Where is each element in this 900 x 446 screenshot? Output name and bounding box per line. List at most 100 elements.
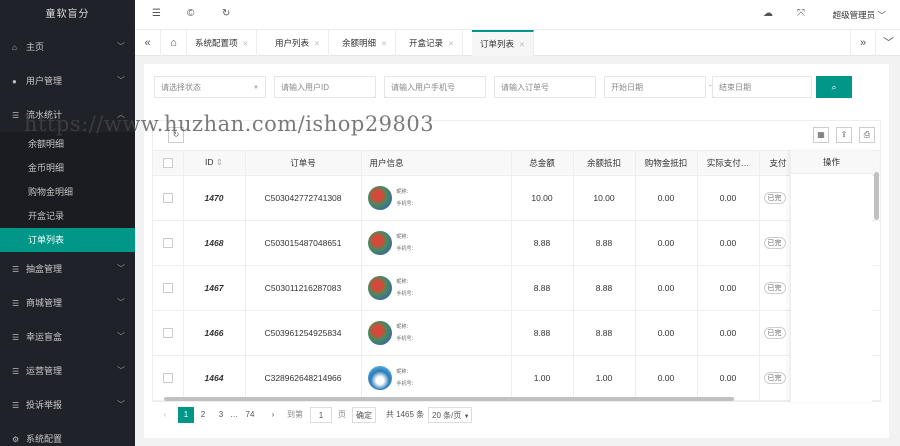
status-select[interactable]: 请选择状态 [154,76,266,99]
close-icon[interactable]: ✕ [448,41,454,48]
user-menu[interactable]: 超级管理员 ﹀ [833,9,886,21]
total-amount: 8.88 [511,310,574,356]
columns-filter-icon[interactable]: ▦ [813,127,829,143]
actions-column: 操作 [790,150,872,402]
search-button[interactable]: ⌕ [816,76,852,98]
sidebar-item-users[interactable]: ● 用户管理 ﹀ [0,64,135,98]
row-checkbox[interactable] [162,327,173,338]
home-tab-icon[interactable]: ⌂ [161,30,187,56]
order-id: 1468 [183,220,246,266]
list-icon: ☰ [12,299,20,308]
horizontal-scrollbar[interactable] [164,397,734,401]
avatar [367,275,392,300]
balance-deduct: 10.00 [573,175,636,221]
tab-label: 订单列表 [480,39,515,49]
close-icon[interactable]: ✕ [314,41,320,48]
next-page-button[interactable]: › [266,407,280,423]
select-all-checkbox[interactable] [162,158,173,169]
tab-label: 用户列表 [275,38,310,48]
table-row: 1464 C328962648214966 昵称： 手机号： 1.00 1.00 … [153,355,880,401]
export-icon[interactable]: ⇪ [836,127,852,143]
user-info: 昵称： 手机号： [361,220,512,266]
tab-order-list[interactable]: 订单列表 ✕ [472,30,534,56]
total-amount: 8.88 [511,220,574,266]
row-checkbox[interactable] [162,372,173,383]
sidebar-item-complaints[interactable]: ☰ 投诉举报 ﹀ [0,388,135,422]
menu-toggle-icon[interactable]: ☰ [152,8,161,19]
chevron-down-icon: ﹀ [117,42,125,51]
sidebar-item-label: 商城管理 [26,298,63,308]
tabs-prev-icon[interactable]: « [135,30,161,56]
page-last-button[interactable]: 74 [242,407,258,423]
total-count: 共 1465 条 [385,410,425,419]
sidebar-item-mall[interactable]: ☰ 商城管理 ﹀ [0,286,135,320]
avatar [367,185,392,210]
tab-balance-detail[interactable]: 余额明细 ✕ [334,30,396,56]
theme-icon[interactable]: ☁ [763,8,773,19]
user-info: 昵称： 手机号： [361,265,512,311]
page-3-button[interactable]: 3 [214,407,228,423]
sidebar-subitem-orders[interactable]: 订单列表 [0,228,135,252]
tab-system-config[interactable]: 系统配置项 ✕ [187,30,258,56]
page-2-button[interactable]: 2 [196,407,210,423]
phone-input[interactable]: 请输入用户手机号 [384,76,486,98]
row-checkbox[interactable] [162,192,173,203]
sidebar-item-lucky-box[interactable]: ☰ 幸运盲盒 ﹀ [0,320,135,354]
tabs-next-icon[interactable]: » [850,30,876,56]
order-no-input[interactable]: 请输入订单号 [494,76,596,98]
sidebar-item-draw[interactable]: ☰ 抽盒管理 ﹀ [0,252,135,286]
chevron-down-icon: ▼ [463,414,470,420]
sidebar-item-operations[interactable]: ☰ 运营管理 ﹀ [0,354,135,388]
vertical-scrollbar[interactable] [874,172,879,220]
sidebar-subitem-shop-money[interactable]: 购物金明细 [0,180,135,204]
avatar [367,365,392,390]
user-id-input[interactable]: 请输入用户ID [274,76,376,98]
sidebar-item-flow-stats[interactable]: ☰ 流水统计 ︿ [0,98,135,132]
balance-deduct: 8.88 [573,310,636,356]
sidebar-item-home[interactable]: ⌂ 主页 ﹀ [0,30,135,64]
close-icon[interactable]: ✕ [519,42,525,49]
table-header: ID ⇕ 订单号 用户信息 总金额 余额抵扣 购物金抵扣 实际支付… 支付 [153,151,880,176]
website-icon[interactable]: © [187,8,194,19]
actual-paid: 0.00 [697,355,760,401]
goto-confirm-button[interactable]: 确定 [352,407,376,423]
status-badge: 已完 [763,281,786,294]
sidebar-item-system[interactable]: ⚙ 系统配置 [0,422,135,446]
page-size-select[interactable]: 20 条/页 ▼ [428,407,472,423]
print-icon[interactable]: ⎙ [859,127,875,143]
page-ellipsis: … [230,410,238,419]
col-actual-paid: 实际支付… [697,151,760,176]
refresh-table-icon[interactable]: ↻ [168,127,184,143]
avatar [367,230,392,255]
table-toolbar: ↻ ▦ ⇪ ⎙ [152,120,881,150]
tab-user-list[interactable]: 用户列表 ✕ [267,30,329,56]
chevron-up-icon: ︿ [117,110,125,119]
main-content: 请选择状态 请输入用户ID 请输入用户手机号 请输入订单号 开始日期 - 结束日… [144,64,889,438]
list-icon: ☰ [12,111,20,120]
end-date-input[interactable]: 结束日期 [712,76,812,98]
fullscreen-icon[interactable]: ⤧ [797,8,805,19]
tabs-menu-icon[interactable]: ﹀ [876,30,900,56]
tab-box-records[interactable]: 开盒记录 ✕ [401,30,463,56]
sidebar-subitem-balance[interactable]: 余额明细 [0,132,135,156]
prev-page-button[interactable]: ‹ [158,407,172,423]
col-id[interactable]: ID ⇕ [183,151,246,176]
sidebar-item-label: 流水统计 [26,110,63,120]
row-checkbox[interactable] [162,237,173,248]
row-checkbox[interactable] [162,282,173,293]
sidebar-item-label: 抽盒管理 [26,264,63,274]
table-row: 1467 C503011216287083 昵称： 手机号： 8.88 8.88 … [153,265,880,311]
user-nickname: 昵称： [396,188,412,195]
total-amount: 8.88 [511,265,574,311]
sort-icon: ⇕ [215,157,223,168]
refresh-icon[interactable]: ↻ [222,8,230,19]
sidebar-subitem-coins[interactable]: 金币明细 [0,156,135,180]
sidebar-subitem-box-records[interactable]: 开盒记录 [0,204,135,228]
close-icon[interactable]: ✕ [243,41,249,48]
page-1-button[interactable]: 1 [178,407,194,423]
start-date-input[interactable]: 开始日期 [604,76,706,98]
close-icon[interactable]: ✕ [381,41,387,48]
goto-page-input[interactable]: 1 [310,407,332,423]
tab-label: 系统配置项 [195,38,238,48]
order-table: ID ⇕ 订单号 用户信息 总金额 余额抵扣 购物金抵扣 实际支付… 支付 14… [152,150,881,402]
